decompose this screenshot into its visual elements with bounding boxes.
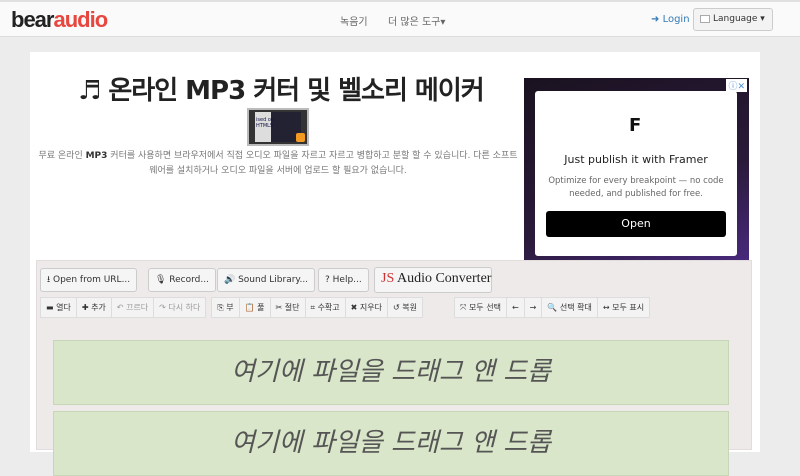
- video-caption: ised on HTML5: [256, 117, 275, 129]
- login-link[interactable]: ➜ Login: [651, 14, 690, 25]
- select-toolbar: ⤧ 모두 선택 ← → 🔍 선택 확대 ↔ 모두 표시: [454, 297, 651, 318]
- page-description: 무료 온라인 MP3 커터를 사용하면 브라우저에서 직접 오디오 파일을 자르…: [38, 151, 518, 176]
- korea-flag-icon: [700, 14, 710, 23]
- bearaudio-logo[interactable]: bearaudio: [11, 7, 108, 33]
- ad-open-button[interactable]: Open: [546, 211, 726, 237]
- toolbar-button[interactable]: ▬ 열다: [40, 297, 77, 318]
- toolbar-button[interactable]: ↔ 모두 표시: [596, 297, 651, 318]
- framer-logo-icon: F: [629, 115, 642, 136]
- nav-recorder[interactable]: 녹음기: [340, 13, 368, 28]
- toolbar-button[interactable]: ✚ 추가: [75, 297, 112, 318]
- nav-more-tools[interactable]: 더 많은 도구▾: [388, 13, 445, 28]
- toolbar-button[interactable]: 📋 풀: [238, 297, 271, 318]
- record-button[interactable]: 🎙 Record...: [148, 268, 216, 292]
- language-dropdown[interactable]: Language ▾: [693, 8, 773, 31]
- toolbar-button[interactable]: ✂ 절단: [269, 297, 306, 318]
- ad-headline: Just publish it with Framer: [564, 153, 708, 166]
- toolbar-button[interactable]: ⎘ 부: [211, 297, 240, 318]
- page-title: ♬ 온라인 MP3 커터 및 벨소리 메이커: [78, 76, 485, 106]
- play-icon: [296, 133, 305, 142]
- video-thumbnail[interactable]: ised on HTML5: [247, 108, 309, 146]
- toolbar-button[interactable]: 🔍 선택 확대: [541, 297, 598, 318]
- toolbar-button[interactable]: ⌗ 수확고: [304, 297, 346, 318]
- js-audio-converter-button[interactable]: JS Audio Converter: [374, 267, 492, 293]
- drop-zone[interactable]: 여기에 파일을 드래그 앤 드롭: [53, 340, 729, 405]
- advertisement: ⓘ✕ F Just publish it with Framer Optimiz…: [524, 78, 749, 267]
- toolbar-button[interactable]: ⤧ 모두 선택: [454, 297, 507, 318]
- help-button[interactable]: ? Help...: [318, 268, 369, 292]
- drop-zone[interactable]: 여기에 파일을 드래그 앤 드롭: [53, 411, 729, 476]
- toolbar-button[interactable]: ↺ 복원: [386, 297, 423, 318]
- edit-toolbar: ▬ 열다 ✚ 추가 ↶ 끄르다 ↷ 다시 하다 ⎘ 부 📋 풀 ✂ 절단 ⌗ 수확고 ✖ 지우다…: [40, 297, 429, 318]
- ad-body: Optimize for every breakpoint — no code …: [548, 176, 724, 199]
- toolbar-button[interactable]: ✖ 지우다: [344, 297, 388, 318]
- toolbar-button[interactable]: ←: [505, 297, 525, 318]
- open-from-url-button[interactable]: ⭳ Open from URL...: [40, 268, 138, 292]
- top-navbar: bearaudio 녹음기 더 많은 도구▾ ➜ Login Language …: [0, 0, 800, 37]
- toolbar-button[interactable]: ↶ 끄르다: [110, 297, 155, 318]
- toolbar-button[interactable]: →: [523, 297, 543, 318]
- sound-library-button[interactable]: 🔊 Sound Library...: [217, 268, 316, 292]
- toolbar-button[interactable]: ↷ 다시 하다: [153, 297, 207, 318]
